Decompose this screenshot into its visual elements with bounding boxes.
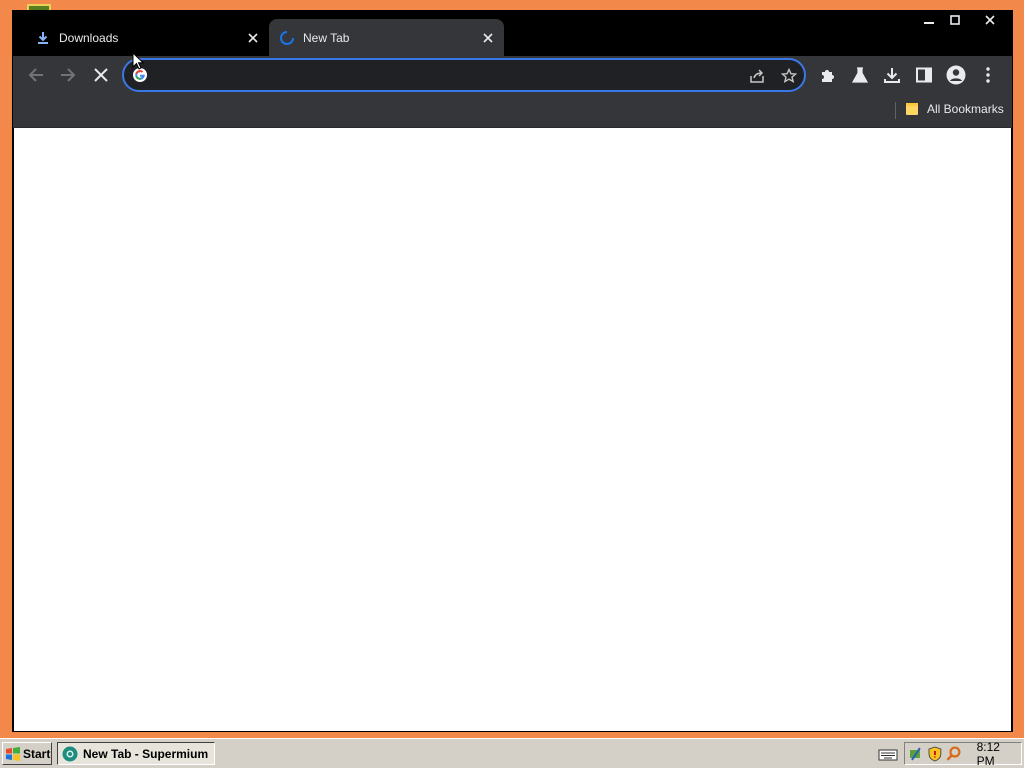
tab-title: Downloads (59, 30, 119, 45)
shield-icon[interactable] (927, 746, 943, 762)
title-bar: Downloads New Tab (13, 11, 1012, 56)
clock[interactable]: 8:12 PM (977, 740, 1021, 768)
windows-logo-icon (6, 746, 20, 761)
side-panel-button[interactable] (913, 64, 935, 86)
labs-button[interactable] (849, 64, 871, 86)
mouse-cursor-icon (132, 52, 144, 70)
supermium-icon (62, 746, 78, 761)
download-icon (35, 30, 51, 46)
tab-title: New Tab (303, 30, 350, 45)
keyboard-icon[interactable] (878, 746, 898, 762)
bookmarks-bar: All Bookmarks (13, 94, 1012, 128)
tab-new-tab[interactable]: New Tab (269, 19, 504, 56)
all-bookmarks-label: All Bookmarks (927, 102, 1004, 116)
close-icon (985, 15, 995, 25)
magnifier-icon[interactable] (946, 745, 962, 762)
side-panel-icon (916, 67, 932, 83)
tab-downloads[interactable]: Downloads (25, 19, 269, 56)
address-bar[interactable] (122, 58, 806, 92)
taskbar-item-label: New Tab - Supermium (83, 746, 209, 761)
loading-spinner-icon (279, 30, 295, 46)
maximize-icon (950, 15, 960, 25)
page-content[interactable] (14, 128, 1011, 731)
menu-button[interactable] (977, 64, 999, 86)
bookmark-star-icon[interactable] (779, 66, 799, 86)
taskbar: Start New Tab - Supermium 8:12 PM (0, 738, 1024, 768)
downloads-button[interactable] (881, 64, 903, 86)
avatar-icon (946, 65, 966, 85)
stop-button[interactable] (89, 63, 113, 87)
close-tab-icon[interactable] (243, 28, 263, 48)
network-icon[interactable] (908, 746, 924, 762)
address-input[interactable] (158, 65, 738, 85)
close-window-button[interactable] (968, 11, 1012, 29)
minimize-icon (924, 22, 934, 24)
arrow-right-icon (61, 68, 76, 82)
toolbar (13, 56, 1012, 94)
taskbar-item-supermium[interactable]: New Tab - Supermium (57, 742, 215, 765)
download-icon (884, 68, 900, 83)
share-icon[interactable] (747, 66, 767, 86)
system-tray: 8:12 PM (904, 740, 1022, 768)
browser-window: Downloads New Tab All Bookmarks (12, 10, 1013, 732)
forward-button[interactable] (56, 63, 80, 87)
window-controls (916, 11, 1012, 29)
bookmarks-separator (895, 102, 896, 119)
folder-icon (906, 103, 918, 115)
puzzle-icon (822, 70, 834, 82)
start-label: Start (23, 746, 51, 761)
back-button[interactable] (24, 63, 48, 87)
flask-icon (851, 67, 869, 83)
extensions-button[interactable] (817, 64, 839, 86)
all-bookmarks-button[interactable]: All Bookmarks (905, 102, 1004, 116)
close-icon (94, 68, 108, 82)
close-tab-icon[interactable] (478, 28, 498, 48)
kebab-menu-icon (986, 67, 990, 83)
profile-button[interactable] (945, 64, 967, 86)
start-button[interactable]: Start (2, 742, 52, 765)
arrow-left-icon (28, 68, 43, 82)
maximize-button[interactable] (942, 11, 968, 29)
minimize-button[interactable] (916, 11, 942, 29)
